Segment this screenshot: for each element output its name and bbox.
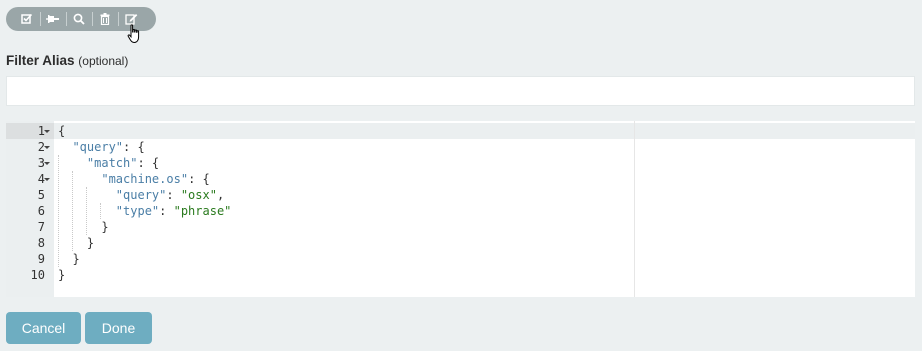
- line-number: 9: [37, 252, 45, 266]
- pin-icon: [46, 13, 60, 25]
- code-line: 7 }: [6, 219, 915, 235]
- code-line: 4 "machine.os": {: [6, 171, 915, 187]
- trash-icon: [100, 13, 110, 25]
- code-text: }: [58, 236, 95, 250]
- query-dsl-editor[interactable]: 1 { 2 "query": { 3 "match": { 4 "machine…: [6, 121, 915, 297]
- code-line: 5 "query": "osx",: [6, 187, 915, 203]
- code-text: "machine.os": {: [101, 172, 210, 186]
- code-text: "type": "phrase": [115, 204, 232, 218]
- line-number: 7: [37, 220, 45, 234]
- code-line: 10 }: [6, 267, 915, 283]
- line-number: 10: [30, 268, 45, 282]
- delete-filter-button[interactable]: [92, 9, 118, 29]
- checkbox-icon: [21, 13, 33, 25]
- filter-alias-label: Filter Alias (optional): [6, 53, 128, 68]
- line-number: 4: [37, 172, 45, 186]
- line-number: 1: [37, 124, 45, 138]
- code-text: }: [58, 268, 66, 282]
- code-line: 1 {: [6, 123, 915, 139]
- line-number: 8: [37, 236, 45, 250]
- fold-arrow-icon[interactable]: [44, 162, 50, 165]
- code-text: }: [58, 252, 80, 266]
- code-line: 2 "query": {: [6, 139, 915, 155]
- filter-search-button[interactable]: [66, 9, 92, 29]
- line-number: 3: [37, 156, 45, 170]
- code-line: 6 "type": "phrase": [6, 203, 915, 219]
- line-number: 6: [37, 204, 45, 218]
- line-number: 2: [37, 140, 45, 154]
- fold-arrow-icon[interactable]: [44, 178, 50, 181]
- optional-hint: (optional): [78, 54, 129, 68]
- code-text: {: [58, 124, 66, 138]
- filter-alias-title: Filter Alias: [6, 53, 75, 68]
- filter-alias-input[interactable]: [6, 76, 915, 106]
- fold-arrow-icon[interactable]: [44, 146, 50, 149]
- code-text: }: [58, 220, 109, 234]
- pin-filter-button[interactable]: [40, 9, 66, 29]
- code-text: "query": "osx",: [115, 188, 225, 202]
- hand-cursor-icon: [127, 24, 143, 49]
- toggle-filter-button[interactable]: [14, 9, 40, 29]
- search-icon: [73, 13, 85, 25]
- code-text: "match": {: [86, 156, 160, 170]
- code-line: 8 }: [6, 235, 915, 251]
- done-button[interactable]: Done: [85, 312, 152, 344]
- line-number: 5: [37, 188, 45, 202]
- code-line: 3 "match": {: [6, 155, 915, 171]
- fold-arrow-icon[interactable]: [44, 130, 50, 133]
- code-line: 9 }: [6, 251, 915, 267]
- cancel-button[interactable]: Cancel: [6, 312, 81, 344]
- code-text: "query": {: [72, 140, 145, 154]
